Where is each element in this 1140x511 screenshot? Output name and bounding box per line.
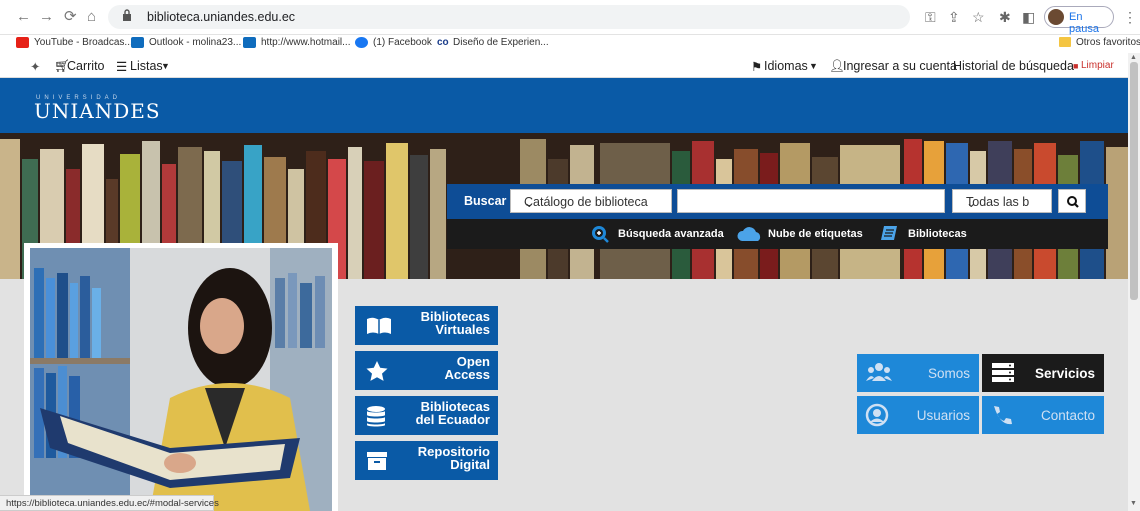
status-url: https://biblioteca.uniandes.edu.ec/#moda…: [6, 498, 219, 509]
login-link[interactable]: Ingresar a su cuenta: [843, 59, 957, 73]
avatar: [1048, 9, 1064, 25]
search-button[interactable]: [1058, 189, 1086, 213]
other-bookmarks[interactable]: Otros favoritos: [1076, 37, 1140, 48]
search-label: Buscar: [464, 194, 507, 208]
search-input[interactable]: [677, 189, 945, 213]
open-access-label: Open Access: [444, 354, 490, 382]
clear-link[interactable]: Limpiar: [1081, 60, 1114, 71]
virtual-libraries-button[interactable]: Bibliotecas Virtuales: [355, 306, 498, 345]
scrollbar-thumb[interactable]: [1130, 62, 1138, 300]
history-link[interactable]: Historial de búsqueda: [953, 59, 1074, 73]
somos-label: Somos: [927, 366, 970, 381]
profile-button[interactable]: En pausa: [1044, 6, 1114, 35]
bookmark-hotmail[interactable]: http://www.hotmail...: [261, 37, 350, 48]
contacto-button[interactable]: Contacto: [982, 396, 1104, 434]
servicios-label: Servicios: [1034, 366, 1095, 381]
url-text: biblioteca.uniandes.edu.ec: [147, 10, 296, 24]
key-icon[interactable]: ⚿: [925, 9, 936, 26]
chevron-down-icon: ⌄: [966, 196, 977, 210]
star-bookmark-icon[interactable]: ☆: [972, 9, 985, 26]
reload-icon[interactable]: ⟳: [64, 9, 77, 24]
advanced-search-link[interactable]: Búsqueda avanzada: [618, 228, 724, 240]
status-bar: https://biblioteca.uniandes.edu.ec/#moda…: [0, 495, 219, 511]
ecuador-libraries-label: Bibliotecas del Ecuador: [415, 399, 490, 427]
archive-icon: [367, 452, 387, 470]
servicios-button[interactable]: Servicios: [982, 354, 1104, 392]
outlook-icon: [131, 37, 144, 48]
open-access-button[interactable]: Open Access: [355, 351, 498, 390]
cloud-icon: [737, 227, 761, 241]
site-header: [0, 78, 1128, 133]
bookmark-facebook[interactable]: (1) Facebook: [373, 37, 432, 48]
home-icon[interactable]: ⌂: [87, 9, 96, 24]
search-icon: [1067, 196, 1079, 208]
bookmark-diseno[interactable]: Diseño de Experien...: [453, 37, 549, 48]
somos-button[interactable]: Somos: [857, 354, 979, 392]
libraries-link[interactable]: Bibliotecas: [908, 228, 967, 240]
user-circle-icon: [865, 403, 889, 427]
profile-status: En pausa: [1069, 11, 1099, 35]
bookmark-outlook[interactable]: Outlook - molina23...: [149, 37, 241, 48]
chevron-down-icon: ⌄: [524, 196, 535, 210]
hotmail-icon: [243, 37, 256, 48]
users-group-icon: [866, 363, 892, 381]
languages-menu[interactable]: Idiomas: [764, 59, 808, 73]
scope-select[interactable]: Todas las b ⌄: [952, 189, 1052, 213]
lock-icon: [123, 9, 131, 21]
database-icon: [367, 406, 385, 427]
book-icon: [367, 317, 391, 334]
flag-icon: ⚑: [751, 60, 763, 74]
usuarios-button[interactable]: Usuarios: [857, 396, 979, 434]
usuarios-label: Usuarios: [916, 408, 970, 423]
digital-repository-label: Repositorio Digital: [417, 444, 490, 472]
folder-icon: [1059, 37, 1071, 47]
coursera-icon: co: [437, 37, 449, 48]
phone-icon: [994, 406, 1012, 425]
libraries-icon: [881, 226, 897, 240]
scroll-down-icon[interactable]: ▼: [1130, 500, 1137, 507]
trash-icon: ■: [1073, 61, 1079, 71]
list-icon: ☰: [116, 60, 128, 74]
catalog-select[interactable]: Catálogo de biblioteca ⌄: [510, 189, 672, 213]
tag-cloud-link[interactable]: Nube de etiquetas: [768, 228, 863, 240]
menu-icon[interactable]: ⋮: [1123, 9, 1137, 26]
digital-repository-button[interactable]: Repositorio Digital: [355, 441, 498, 480]
back-icon[interactable]: ←: [16, 9, 31, 24]
forward-icon[interactable]: →: [39, 9, 54, 24]
librarian-photo: [30, 248, 332, 511]
cart-link[interactable]: Carrito: [67, 59, 105, 73]
sidepanel-icon[interactable]: ◧: [1022, 9, 1035, 26]
bookmark-youtube[interactable]: YouTube - Broadcas...: [34, 37, 133, 48]
chevron-down-icon: ▼: [809, 61, 818, 71]
server-icon: [992, 363, 1014, 382]
advanced-search-icon: [592, 226, 609, 243]
koha-icon[interactable]: ✦: [30, 59, 40, 74]
share-icon[interactable]: ⇪: [948, 9, 960, 26]
virtual-libraries-label: Bibliotecas Virtuales: [420, 309, 490, 337]
contacto-label: Contacto: [1040, 408, 1095, 423]
extensions-icon[interactable]: ✱: [999, 9, 1011, 26]
star-icon: [366, 361, 388, 381]
facebook-icon: [355, 37, 368, 48]
youtube-icon: [16, 37, 29, 48]
lists-link[interactable]: Listas: [130, 59, 163, 73]
logo[interactable]: UNIANDES: [34, 99, 161, 123]
chevron-down-icon: ▼: [161, 61, 170, 71]
ecuador-libraries-button[interactable]: Bibliotecas del Ecuador: [355, 396, 498, 435]
scroll-up-icon[interactable]: ▲: [1130, 54, 1137, 61]
